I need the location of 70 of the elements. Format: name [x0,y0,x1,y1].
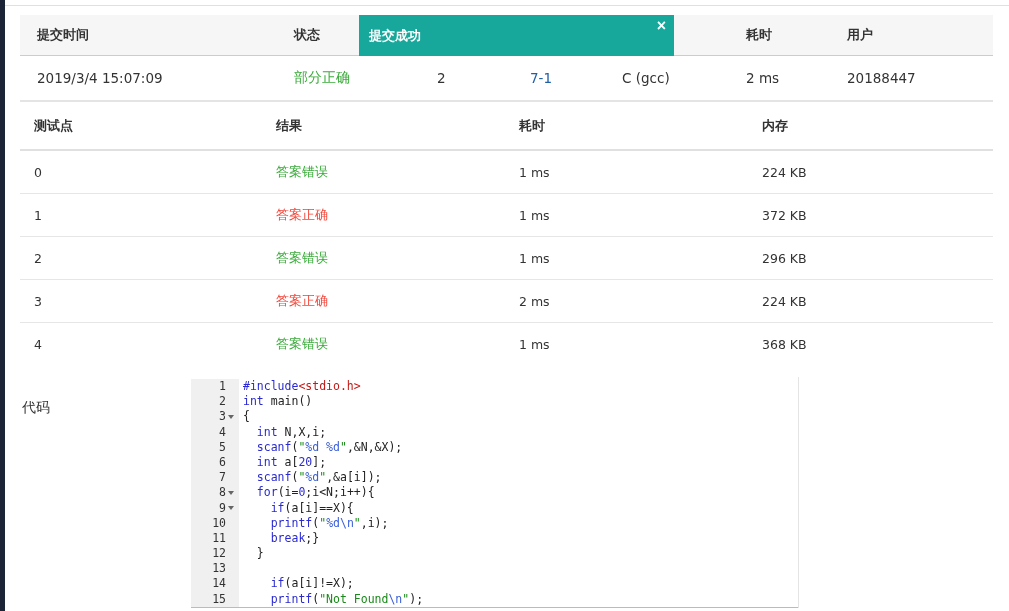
result-text: 答案正确 [276,292,329,310]
table-cell-text: 224 KB [762,293,808,309]
code-line: int N,X,i; [255,424,327,440]
line-number: 1 [219,379,226,395]
line-number: 6 [219,454,226,471]
line-number: 9 [219,500,226,516]
line-number: 7 [219,470,226,486]
status-text: 部分正确 [294,69,350,87]
problem-link[interactable]: 7-1 [530,70,553,86]
code-line: int a[20]; [255,454,327,471]
table-cell: 2019/3/4 15:07:09 [37,70,163,86]
line-number: 11 [212,530,226,547]
table-cell-text: 3 [34,293,43,309]
fold-arrow-icon[interactable] [227,506,234,511]
fold-arrow-icon[interactable] [227,490,234,495]
line-number: 8 [219,485,226,501]
table-cell-text: 1 ms [519,164,551,180]
line-number: 15 [212,591,226,607]
toast-title: 提交成功 [369,26,421,45]
line-number: 12 [212,546,226,562]
table-cell-text: 368 KB [762,336,808,352]
column-header: 内存 [762,116,788,135]
table-cell-text: 4 [34,336,43,352]
column-header: 测试点 [34,116,73,135]
column-header: 提交时间 [37,26,89,44]
column-header: 结果 [276,116,302,135]
code-line: { [242,409,250,425]
column-header: 状态 [294,26,320,44]
table-cell: 2 ms [746,70,780,86]
code-editor[interactable] [191,377,798,608]
line-number: 5 [219,439,226,455]
table-cell: 2 [437,70,446,86]
table-cell-text: 296 KB [762,250,808,266]
code-line: int main() [242,394,313,410]
table-cell-text: 372 KB [762,207,808,223]
column-header: 耗时 [519,116,545,135]
result-text: 答案错误 [276,335,329,353]
result-text: 答案错误 [276,249,329,267]
table-cell: C (gcc) [622,70,670,86]
result-text: 答案正确 [276,206,329,224]
table-cell-text: 2 [34,250,43,266]
code-line: scanf("%d",&a[i]); [255,470,382,486]
table-cell-text: 1 ms [519,336,551,352]
table-cell-text: 2 ms [519,293,551,309]
code-line: scanf("%d %d",&N,&X); [255,439,403,455]
code-line: if(a[i]==X){ [269,500,354,516]
line-number: 14 [212,576,226,592]
line-number: 2 [219,394,226,410]
code-line: } [255,546,264,562]
code-line: for(i=0;i<N;i++){ [255,485,375,501]
table-cell-text: 1 ms [519,250,551,266]
table-cell-text: 1 ms [519,207,551,223]
column-header: 用户 [847,26,873,44]
table-cell-text: 0 [34,164,43,180]
code-line: #include<stdio.h> [242,379,361,395]
table-cell-text: 1 [34,207,43,223]
line-number: 13 [212,561,226,577]
code-line: if(a[i]!=X); [269,576,354,592]
line-number: 10 [212,515,226,531]
table-cell: 20188447 [847,70,916,86]
code-line: printf("Not Found\n"); [269,591,424,607]
fold-arrow-icon[interactable] [227,414,234,419]
line-number: 3 [219,409,226,425]
result-text: 答案错误 [276,163,329,181]
code-line: printf("%d\n",i); [269,515,389,531]
code-label: 代码 [21,398,51,417]
table-cell-text: 224 KB [762,164,808,180]
column-header: 耗时 [746,26,772,44]
line-number: 4 [219,424,226,440]
code-line: break;} [269,530,320,547]
